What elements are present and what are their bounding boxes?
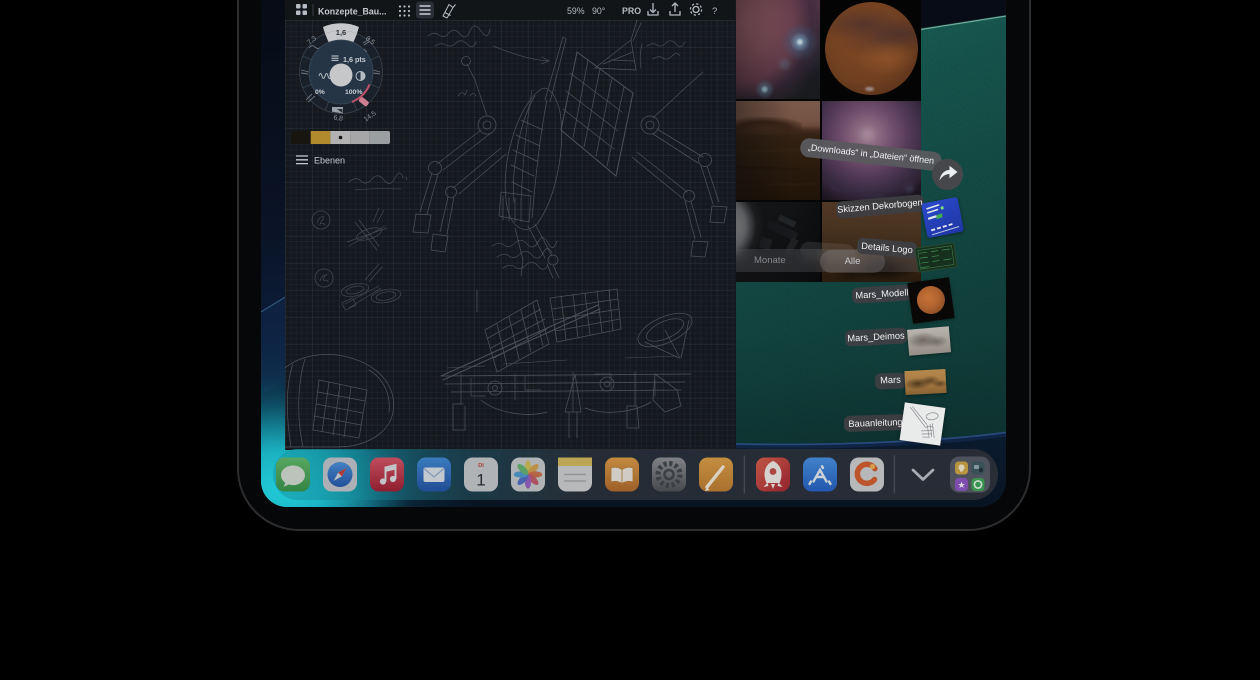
svg-text:6,8: 6,8 [333, 114, 344, 122]
svg-text:DI: DI [478, 463, 484, 469]
svg-text:1,6 pts: 1,6 pts [343, 55, 366, 64]
svg-text:?: ? [712, 6, 717, 17]
svg-text:14,5: 14,5 [363, 110, 378, 123]
svg-text:100%: 100% [345, 89, 362, 96]
svg-text:1,6: 1,6 [336, 28, 346, 37]
svg-text:90°: 90° [592, 6, 605, 16]
svg-text:Konzepte_Bau...: Konzepte_Bau... [318, 7, 386, 17]
svg-text:59%: 59% [567, 6, 585, 16]
svg-text:1: 1 [476, 471, 485, 490]
svg-text:0%: 0% [315, 89, 325, 96]
svg-text:Ebenen: Ebenen [314, 156, 345, 166]
svg-text:PRO: PRO [622, 6, 641, 16]
svg-text:★: ★ [957, 480, 965, 490]
